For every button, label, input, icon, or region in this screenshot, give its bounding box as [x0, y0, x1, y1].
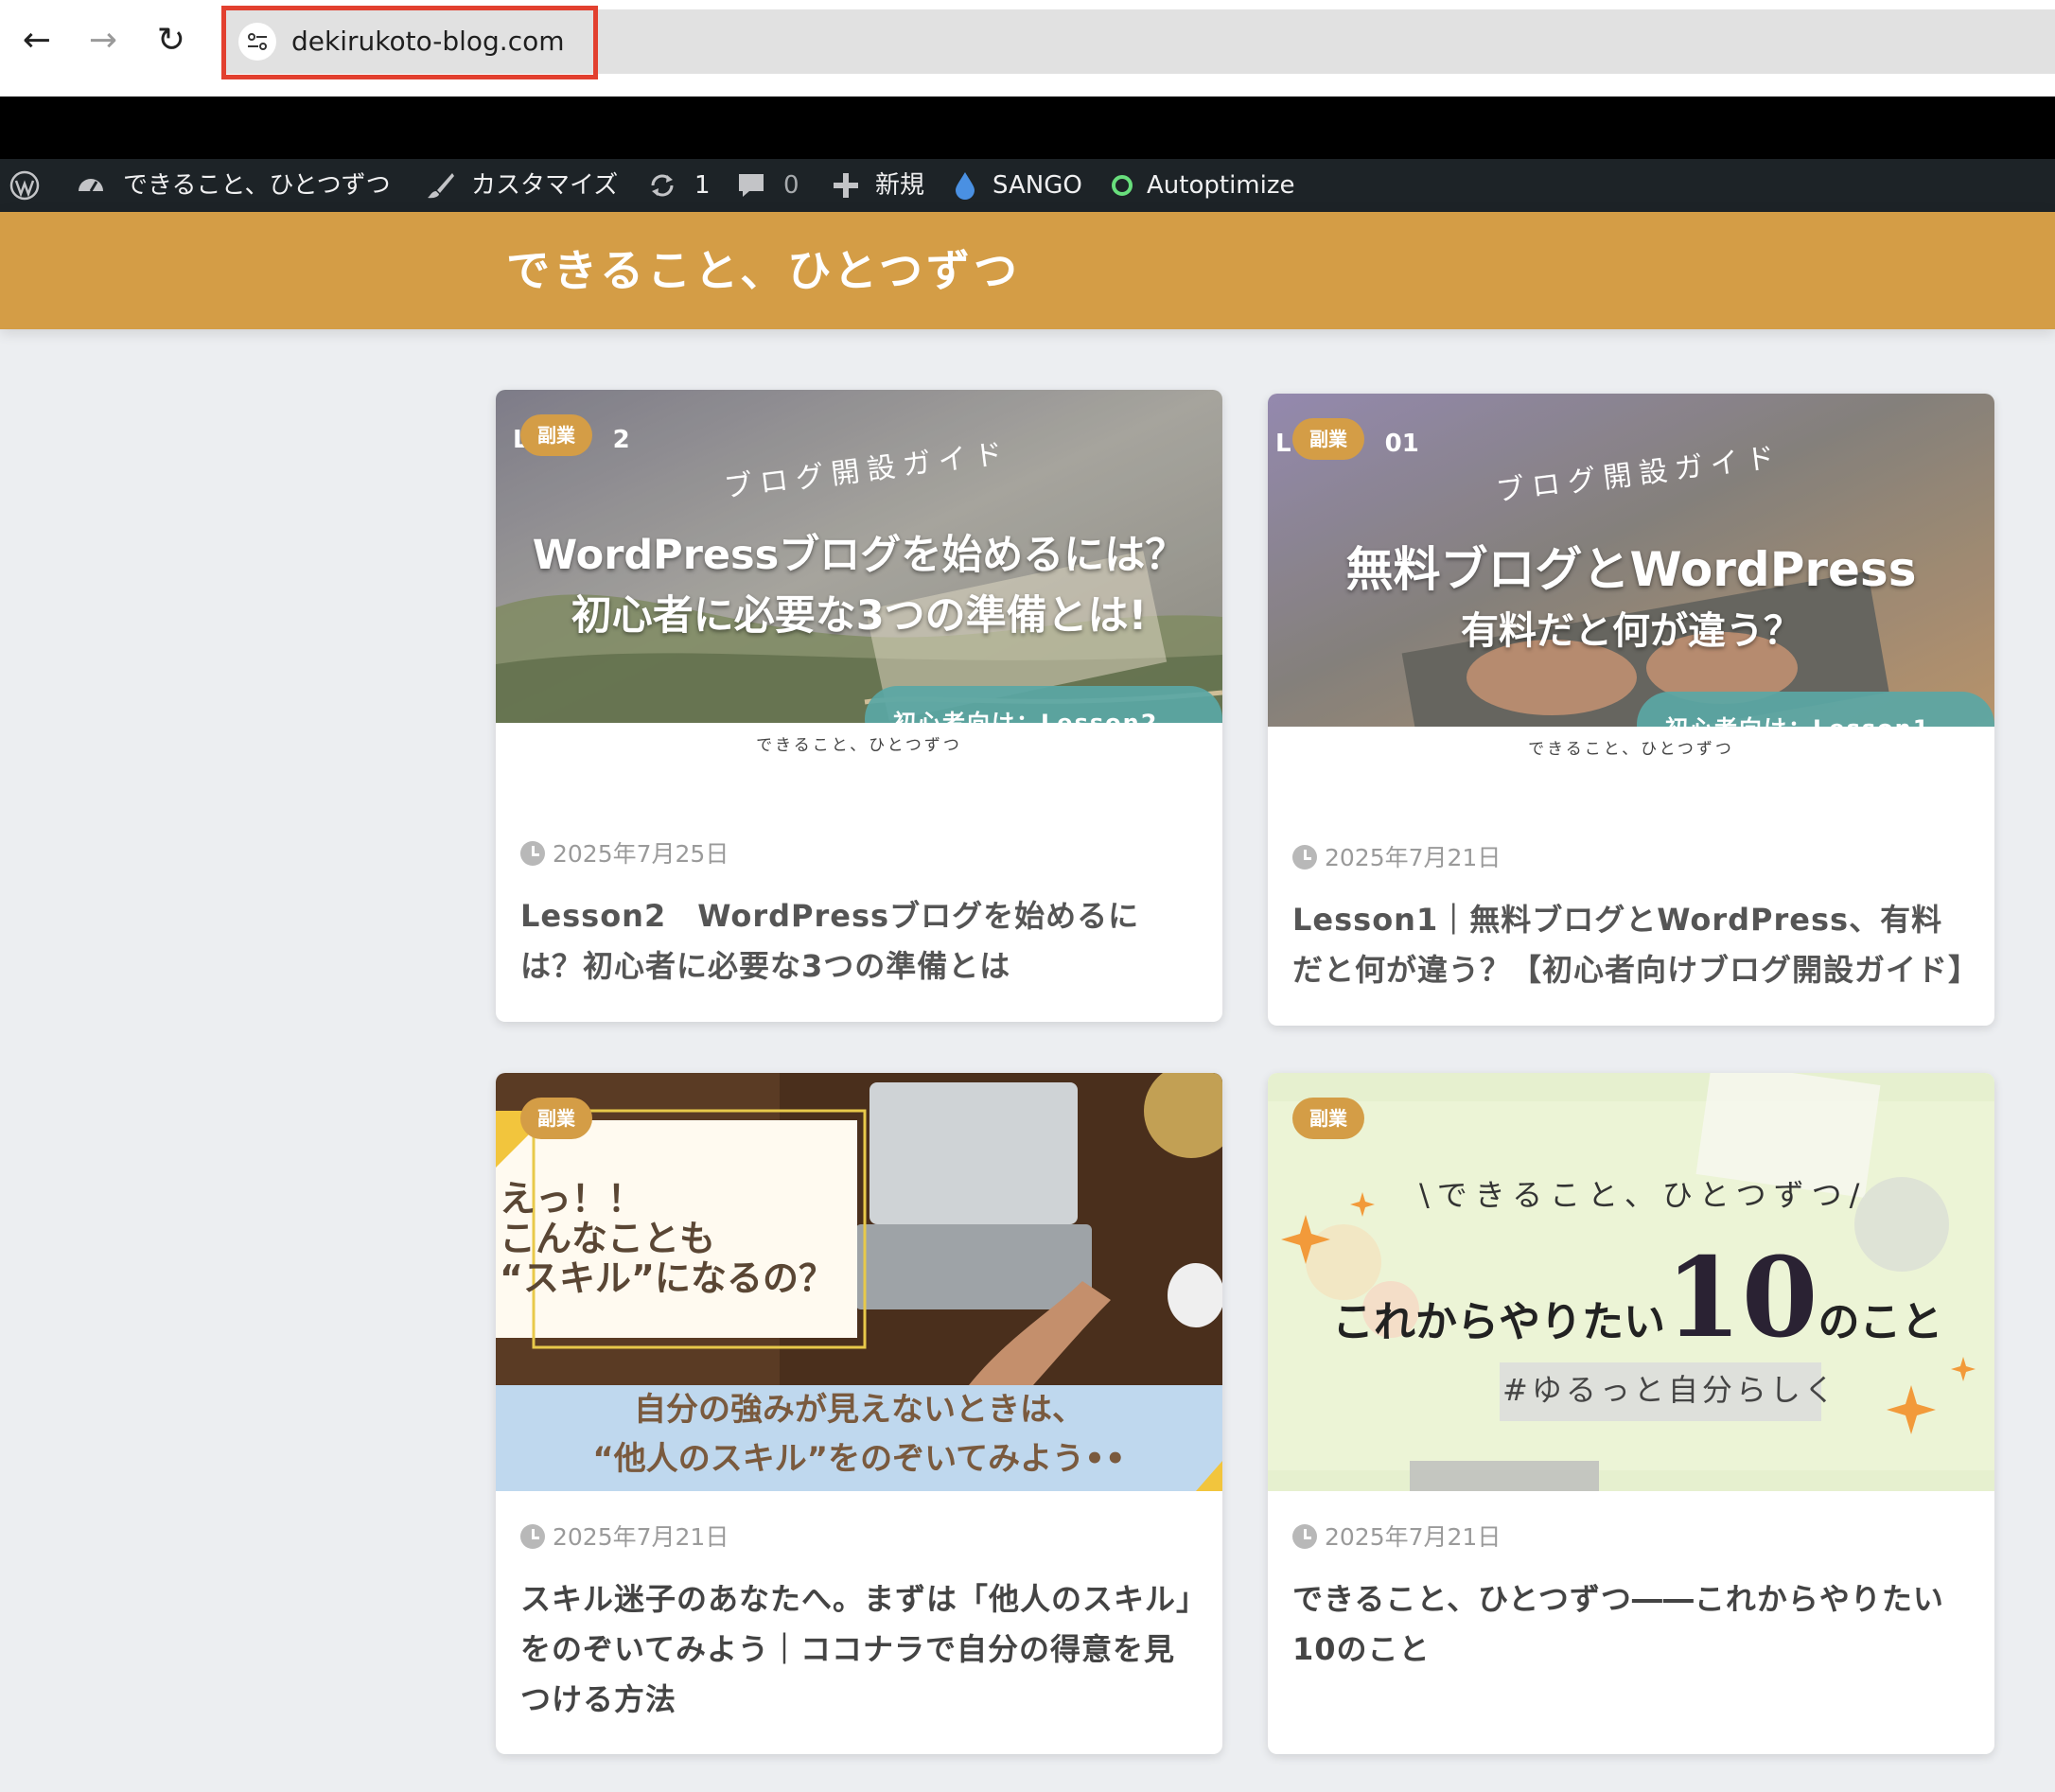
post-date: 2025年7月25日: [520, 838, 729, 870]
thumb-footer: できること、ひとつずつ: [1268, 727, 1994, 772]
admin-customize[interactable]: カスタマイズ: [471, 159, 618, 212]
thumb-line-3: “スキル”になるの？: [500, 1257, 834, 1299]
clock-icon: [1292, 1524, 1317, 1549]
clock-icon: [520, 841, 545, 866]
updates-count: 1: [694, 171, 711, 200]
post-card[interactable]: \できること、ひとつずつ/ これからやりたい10のこと #ゆるっと自分らしく 副…: [1268, 1073, 1994, 1754]
post-title[interactable]: Lesson1｜無料ブログとWordPress、有料だと何が違う？【初心者向けブ…: [1292, 895, 1978, 995]
reload-icon[interactable]: ↻: [149, 19, 193, 62]
admin-new[interactable]: 新規: [875, 159, 924, 212]
thumb-line-2: こんなことも: [500, 1218, 716, 1259]
lesson-tag-number: 2: [612, 426, 630, 454]
post-title[interactable]: できること、ひとつずつ――これからやりたい10のこと: [1292, 1574, 1974, 1675]
comment-bubble-icon[interactable]: [736, 170, 766, 201]
admin-autoptimize[interactable]: Autoptimize: [1147, 159, 1294, 212]
post-thumbnail[interactable]: \できること、ひとつずつ/ これからやりたい10のこと #ゆるっと自分らしく 副…: [1268, 1073, 1994, 1491]
comments-count: 0: [783, 171, 799, 200]
thumb-kicker: \できること、ひとつずつ/: [1419, 1177, 1868, 1213]
thumb-headline-num: 10: [1665, 1234, 1818, 1362]
category-badge[interactable]: 副業: [1292, 418, 1364, 460]
thumb-headline-1: WordPressブログを始めるには？: [532, 532, 1186, 579]
browser-toolbar: ← → ↻ dekirukoto-blog.com: [0, 0, 2055, 97]
post-thumbnail[interactable]: L 01 ブログ開設ガイド 無料ブログとWordPress 有料だと何が違う？ …: [1268, 394, 1994, 772]
thumb-headline-2: 有料だと何が違う？: [1461, 609, 1801, 653]
post-title[interactable]: スキル迷子のあなたへ。まずは「他人のスキル」をのぞいてみよう｜ココナラで自分の得…: [520, 1574, 1202, 1725]
clock-icon: [1292, 845, 1317, 870]
site-header: できること、ひとつずつ: [0, 212, 2055, 329]
admin-site-name[interactable]: できること、ひとつずつ: [123, 159, 391, 212]
thumb-headline-1: 無料ブログとWordPress: [1345, 542, 1917, 597]
category-badge[interactable]: 副業: [520, 1098, 592, 1139]
category-badge[interactable]: 副業: [1292, 1098, 1364, 1139]
post-date: 2025年7月21日: [1292, 842, 1501, 874]
clock-icon: [520, 1524, 545, 1549]
post-date: 2025年7月21日: [520, 1521, 729, 1554]
thumb-hashtag: #ゆるっと自分らしく: [1502, 1372, 1838, 1408]
paintbrush-icon: [428, 173, 454, 199]
thumb-headline-2: 初心者に必要な3つの準備とは!: [571, 592, 1148, 640]
site-title[interactable]: できること、ひとつずつ: [506, 240, 1021, 301]
post-card[interactable]: L 01 ブログ開設ガイド 無料ブログとWordPress 有料だと何が違う？ …: [1268, 394, 1994, 1026]
post-title[interactable]: Lesson2 WordPressブログを始めるには？初心者に必要な3つの準備と…: [520, 891, 1202, 992]
updates-icon[interactable]: [647, 170, 677, 201]
lesson-tag-letter: L: [1275, 430, 1291, 458]
post-thumbnail[interactable]: えっ！！ こんなことも “スキル”になるの？ 自分の強みが見えないときは、 “他…: [496, 1073, 1222, 1491]
thumb-headline-pre: これからやりたい: [1332, 1298, 1665, 1346]
post-card[interactable]: えっ！！ こんなことも “スキル”になるの？ 自分の強みが見えないときは、 “他…: [496, 1073, 1222, 1754]
post-date: 2025年7月21日: [1292, 1521, 1501, 1554]
autoptimize-status-icon: [1112, 175, 1133, 196]
back-arrow-icon[interactable]: ←: [15, 19, 59, 62]
thumb-headline-post: のこと: [1818, 1298, 1943, 1346]
post-thumbnail[interactable]: L 2 ブログ開設ガイド WordPressブログを始めるには？ 初心者に必要な…: [496, 390, 1222, 768]
category-badge[interactable]: 副業: [520, 414, 592, 456]
dashboard-gauge-icon: [79, 179, 103, 192]
post-card[interactable]: L 2 ブログ開設ガイド WordPressブログを始めるには？ 初心者に必要な…: [496, 390, 1222, 1022]
lesson-tag-number: 01: [1384, 430, 1419, 458]
sango-drop-icon: [956, 172, 975, 200]
thumb-footer: できること、ひとつずつ: [496, 723, 1222, 768]
url-highlight-box: [221, 6, 598, 79]
forward-arrow-icon[interactable]: →: [81, 19, 125, 62]
thumb-line-1: えっ！！: [500, 1178, 644, 1220]
admin-theme-sango[interactable]: SANGO: [992, 159, 1082, 212]
plus-icon[interactable]: [831, 170, 861, 201]
black-band: [0, 97, 2055, 159]
thumb-bottom-1: 自分の強みが見えないときは、: [634, 1391, 1084, 1429]
wordpress-logo-icon[interactable]: [9, 170, 40, 201]
wp-admin-bar: できること、ひとつずつ カスタマイズ 1 0 新規 SANGO Autoptim…: [0, 159, 2055, 212]
thumb-bottom-2: “他人のスキル”をのぞいてみよう••: [592, 1440, 1126, 1478]
